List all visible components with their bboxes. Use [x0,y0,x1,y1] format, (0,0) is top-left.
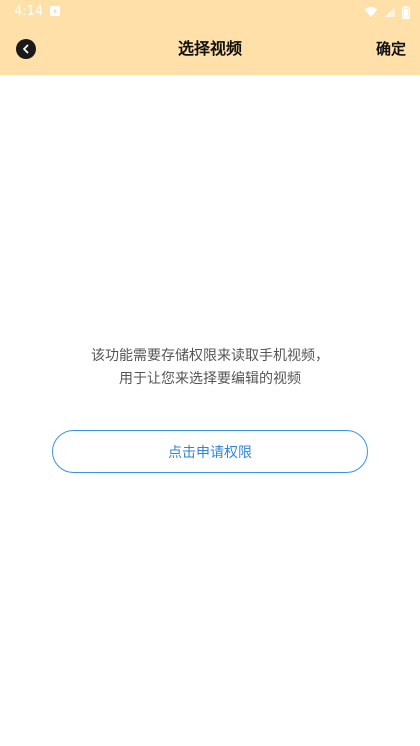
confirm-button[interactable]: 确定 [376,38,406,60]
status-bar: 4:14 [0,0,420,24]
permission-message-line-2: 用于让您来选择要编辑的视频 [119,371,301,387]
request-permission-button[interactable]: 点击申请权限 [52,430,368,473]
status-time: 4:14 [14,4,44,19]
notification-icon [50,6,60,16]
signal-icon [385,7,395,17]
permission-message-line-1: 该功能需要存储权限来读取手机视频， [91,348,329,364]
header-background: 4:14 选择视频 确定 [0,0,420,75]
page-title: 选择视频 [177,39,242,58]
content-area: 该功能需要存储权限来读取手机视频， 用于让您来选择要编辑的视频 点击申请权限 [0,75,420,746]
status-icons [364,4,410,20]
wifi-icon [364,7,378,17]
app-bar: 选择视频 确定 [0,24,420,75]
permission-message: 该功能需要存储权限来读取手机视频， 用于让您来选择要编辑的视频 [30,345,390,391]
battery-icon [402,5,410,19]
